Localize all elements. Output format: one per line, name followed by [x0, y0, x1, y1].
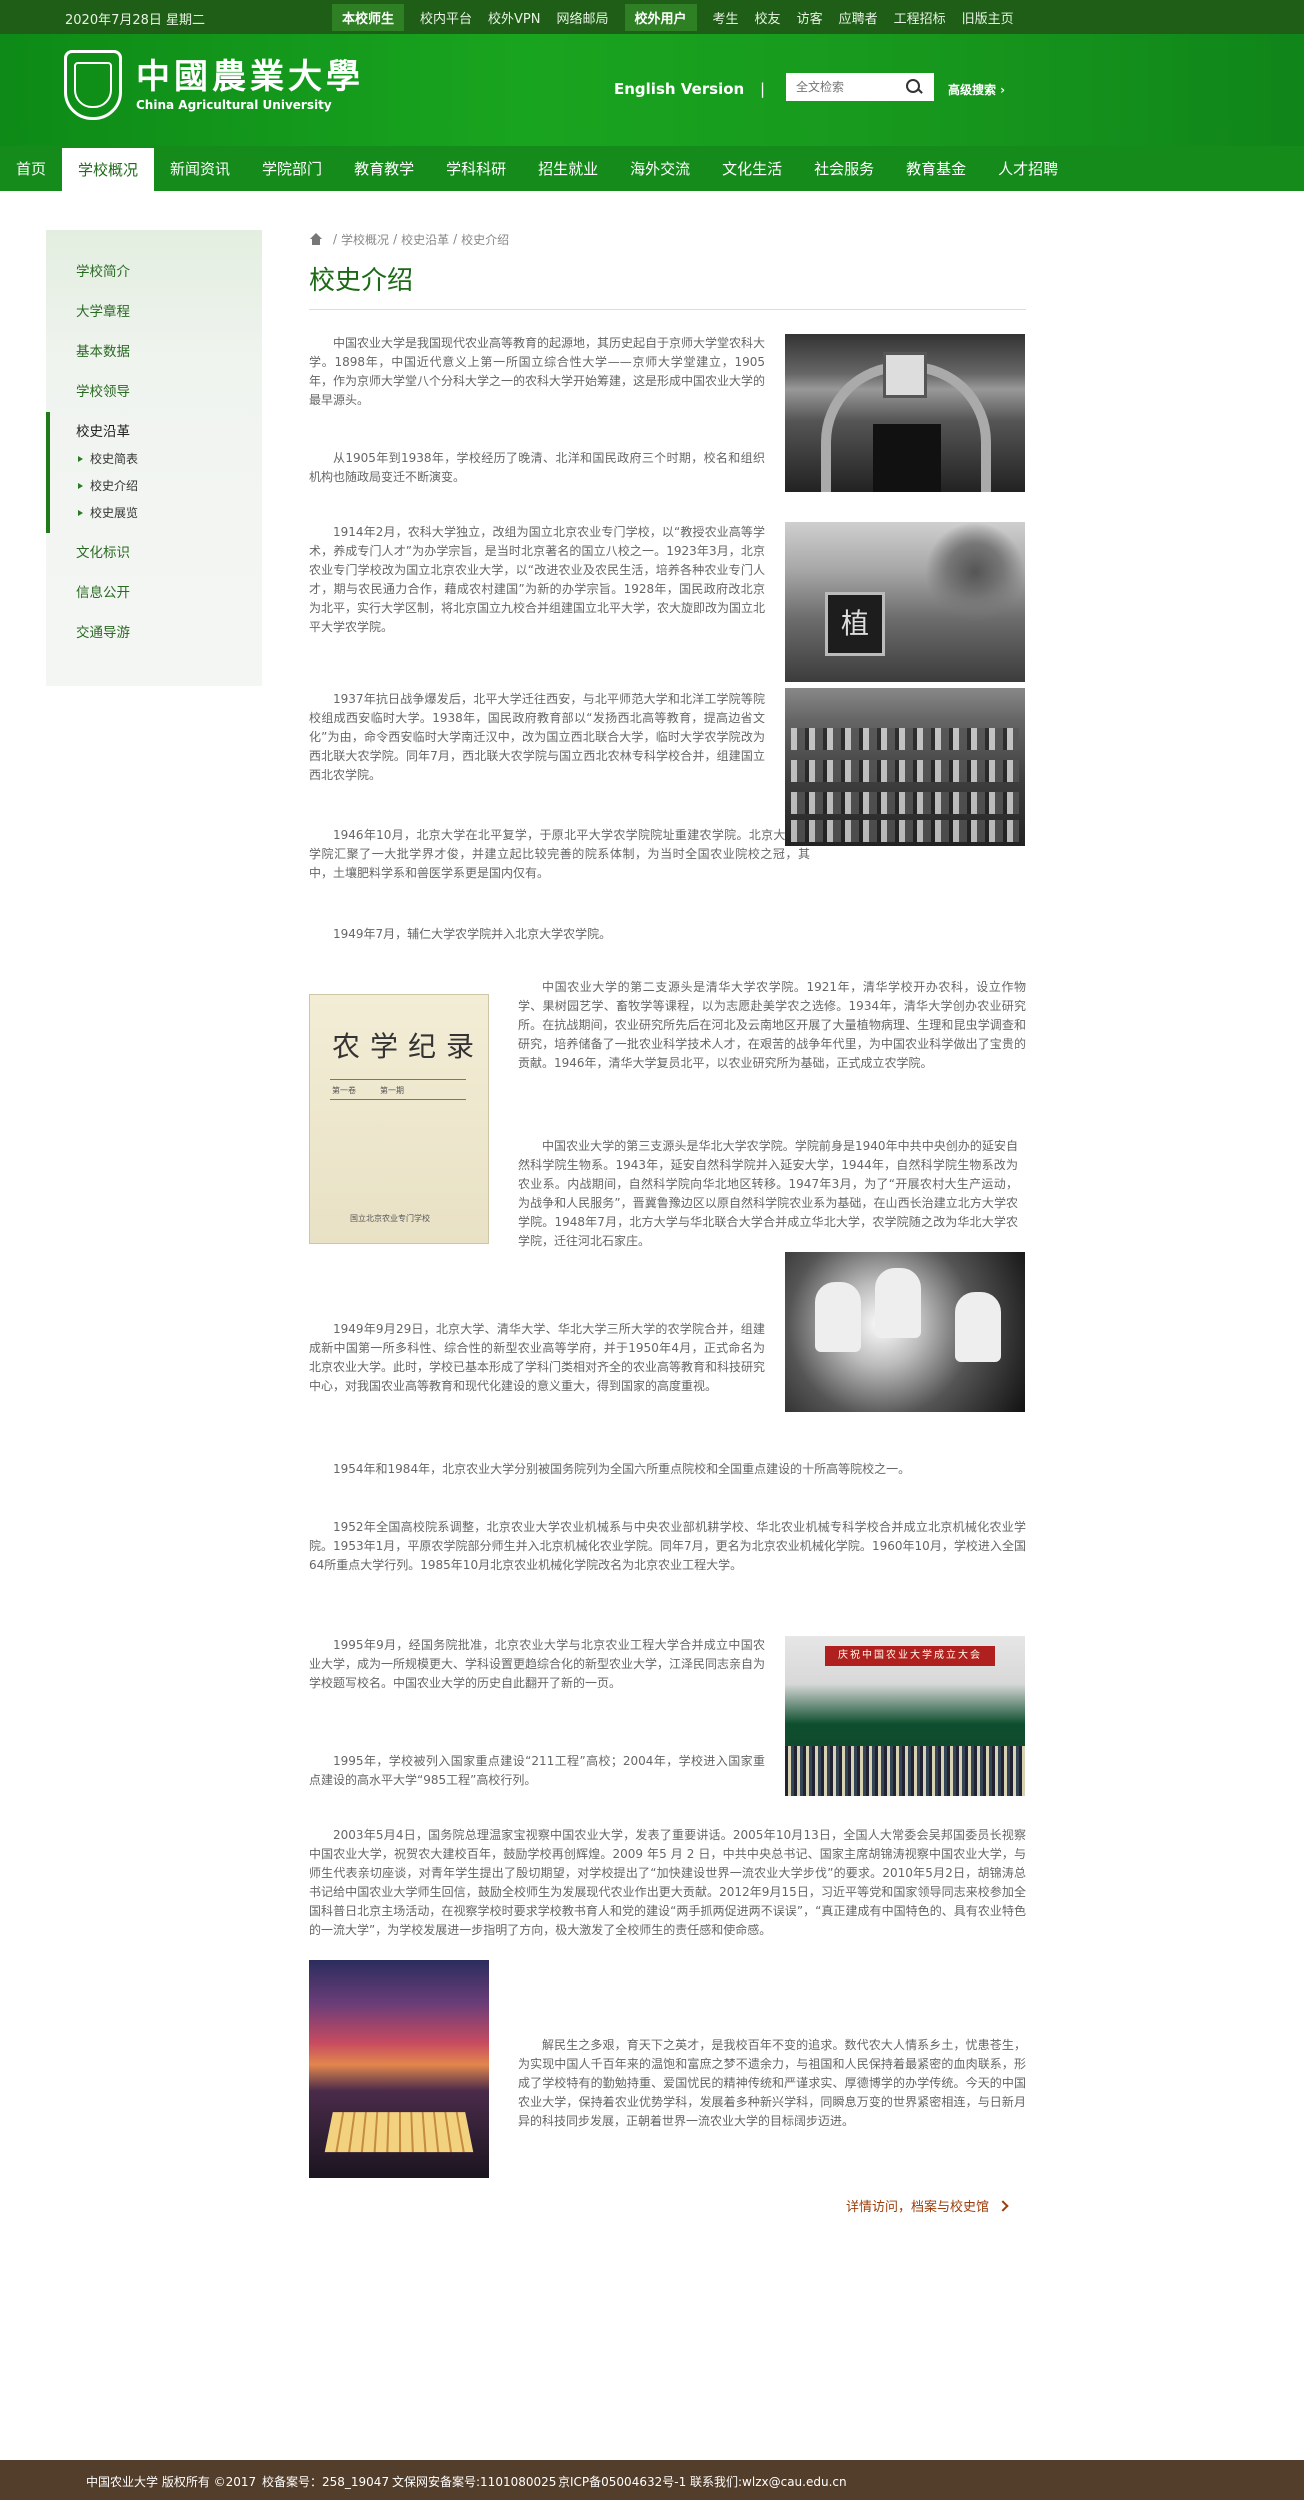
english-version-link[interactable]: English Version: [614, 80, 744, 98]
top-link-campus-platform[interactable]: 校内平台: [420, 8, 472, 27]
paragraph: 1995年9月，经国务院批准，北京农业大学与北京农业工程大学合并成立中国农业大学…: [309, 1636, 765, 1693]
current-date: 2020年7月28日 星期二: [65, 9, 205, 28]
sidebar-item-data[interactable]: 基本数据: [46, 332, 262, 372]
university-logo[interactable]: 中國農業大學 China Agricultural University: [64, 50, 364, 120]
top-link-external-users[interactable]: 校外用户: [625, 4, 697, 31]
sidebar-item-disclosure[interactable]: 信息公开: [46, 573, 262, 613]
nav-culture[interactable]: 文化生活: [706, 146, 798, 191]
footer-contact[interactable]: 联系我们:wlzx@cau.edu.cn: [690, 2473, 847, 2490]
paragraph: 1954年和1984年，北京农业大学分别被国务院列为全国六所重点院校和全国重点建…: [309, 1460, 1026, 1479]
nav-departments[interactable]: 学院部门: [246, 146, 338, 191]
advanced-search-link[interactable]: 高级搜索 ›: [948, 81, 1005, 98]
footer-school-code: 校备案号：258_19047: [262, 2473, 389, 2490]
sidebar-item-leaders[interactable]: 学校领导: [46, 372, 262, 412]
ceremony-banner: 庆祝中国农业大学成立大会: [825, 1646, 995, 1666]
sidebar-sub-exhibition[interactable]: 校史展览: [76, 500, 262, 527]
paragraph: 中国农业大学的第二支源头是清华大学农学院。1921年，清华学校开办农科，设立作物…: [518, 978, 1026, 1073]
main-content: / 学校概况 / 校史沿革 / 校史介绍 校史介绍: [309, 230, 1026, 310]
sidebar-item-identity[interactable]: 文化标识: [46, 533, 262, 573]
paragraph: 从1905年到1938年，学校经历了晚清、北洋和国民政府三个时期，校名和组织机构…: [309, 449, 765, 487]
top-links: 本校师生 校内平台 校外VPN 网络邮局 校外用户 考生 校友 访客 应聘者 工…: [332, 0, 1030, 34]
footer-copyright: 中国农业大学 版权所有 ©2017: [86, 2473, 256, 2490]
nav-news[interactable]: 新闻资讯: [154, 146, 246, 191]
top-link-alumni[interactable]: 校友: [755, 8, 781, 27]
founding-ceremony-photo: 庆祝中国农业大学成立大会: [785, 1636, 1025, 1796]
sidebar-sub-history-intro[interactable]: 校史介绍: [76, 473, 262, 500]
top-link-old-homepage[interactable]: 旧版主页: [962, 8, 1014, 27]
sidebar-submenu: 校史简表 校史介绍 校史展览: [50, 446, 262, 533]
header-separator: |: [760, 80, 765, 98]
journal-issue: 第一卷 第一期: [332, 1085, 404, 1096]
nav-admissions[interactable]: 招生就业: [522, 146, 614, 191]
stone-tablet-photo: 植: [785, 522, 1025, 682]
site-footer: 中国农业大学 版权所有 ©2017 校备案号：258_19047 文保网安备案号…: [0, 2460, 1304, 2500]
paragraph: 1949年7月，辅仁大学农学院并入北京大学农学院。: [309, 925, 1026, 944]
breadcrumb: / 学校概况 / 校史沿革 / 校史介绍: [309, 230, 1026, 248]
main-nav: 首页 学校概况 新闻资讯 学院部门 教育教学 学科科研 招生就业 海外交流 文化…: [0, 146, 1304, 191]
footer-icp[interactable]: 京ICP备05004632号-1: [558, 2473, 686, 2490]
nav-education[interactable]: 教育教学: [338, 146, 430, 191]
top-bar: 2020年7月28日 星期二 本校师生 校内平台 校外VPN 网络邮局 校外用户…: [0, 0, 1304, 34]
paragraph: 1914年2月，农科大学独立，改组为国立北京农业专门学校，以“教授农业高等学术，…: [309, 523, 765, 637]
paragraph: 1946年10月，北京大学在北平复学，于原北平大学农学院院址重建农学院。北京大学…: [309, 826, 810, 883]
sidebar-item-intro[interactable]: 学校简介: [46, 252, 262, 292]
journal-title: 农学纪录: [332, 1025, 484, 1065]
sidebar-item-charter[interactable]: 大学章程: [46, 292, 262, 332]
nav-social-service[interactable]: 社会服务: [798, 146, 890, 191]
top-link-staff[interactable]: 本校师生: [332, 4, 404, 31]
top-link-tender[interactable]: 工程招标: [894, 8, 946, 27]
archive-museum-link[interactable]: 详情访问，档案与校史馆: [846, 2196, 1007, 2215]
paragraph: 中国农业大学是我国现代农业高等教育的起源地，其历史起自于京师大学堂农科大学。18…: [309, 334, 765, 410]
paragraph: 1937年抗日战争爆发后，北平大学迁往西安，与北平师范大学和北洋工学院等院校组成…: [309, 690, 765, 785]
paragraph: 中国农业大学的第三支源头是华北大学农学院。学院前身是1940年中共中央创办的延安…: [518, 1137, 1018, 1251]
chevron-right-icon: [997, 2200, 1008, 2211]
breadcrumb-about[interactable]: 学校概况: [341, 231, 389, 248]
nav-recruitment[interactable]: 人才招聘: [982, 146, 1074, 191]
sidebar-item-transport[interactable]: 交通导游: [46, 613, 262, 653]
paragraph: 1995年，学校被列入国家重点建设“211工程”高校；2004年，学校进入国家重…: [309, 1752, 765, 1790]
seal-icon: [64, 50, 122, 120]
paragraph: 解民生之多艰，育天下之英才，是我校百年不变的追求。数代农大人情系乡土，忧患苍生，…: [518, 2036, 1026, 2131]
sidebar-current-group: 校史沿革 校史简表 校史介绍 校史展览: [46, 412, 262, 533]
top-link-mail[interactable]: 网络邮局: [557, 8, 609, 27]
search-input[interactable]: [786, 74, 898, 100]
paragraph: 1952年全国高校院系调整，北京农业大学农业机械系与中央农业部机耕学校、华北农业…: [309, 1518, 1026, 1575]
archive-museum-label: 详情访问，档案与校史馆: [846, 2196, 989, 2215]
search-icon[interactable]: [898, 73, 926, 101]
nav-research[interactable]: 学科科研: [430, 146, 522, 191]
logo-english-name: China Agricultural University: [136, 98, 364, 112]
paragraph: 2003年5月4日，国务院总理温家宝视察中国农业大学，发表了重要讲话。2005年…: [309, 1826, 1026, 1940]
nav-education-fund[interactable]: 教育基金: [890, 146, 982, 191]
paragraph: 1949年9月29日，北京大学、清华大学、华北大学三所大学的农学院合并，组建成新…: [309, 1320, 765, 1396]
home-icon[interactable]: [309, 233, 323, 246]
journal-publisher: 国立北京农业专门学校: [350, 1213, 430, 1224]
top-link-candidates[interactable]: 考生: [713, 8, 739, 27]
page-title: 校史介绍: [309, 260, 1026, 310]
nav-home[interactable]: 首页: [0, 146, 62, 191]
sidebar: 学校简介 大学章程 基本数据 学校领导 校史沿革 校史简表 校史介绍 校史展览 …: [46, 230, 262, 686]
breadcrumb-history[interactable]: 校史沿革: [401, 231, 449, 248]
top-link-applicants[interactable]: 应聘者: [839, 8, 878, 27]
gate-photo: [785, 334, 1025, 492]
footer-police-record: 文保网安备案号:1101080025: [392, 2473, 556, 2490]
nav-international[interactable]: 海外交流: [614, 146, 706, 191]
top-link-visitors[interactable]: 访客: [797, 8, 823, 27]
site-header: 中國農業大學 China Agricultural University Eng…: [0, 34, 1304, 146]
greenhouse-sunset-photo: [309, 1960, 489, 2178]
lab-research-photo: [785, 1252, 1025, 1412]
search-box: [786, 73, 934, 101]
logo-chinese-name: 中國農業大學: [136, 58, 364, 96]
nav-about[interactable]: 学校概况: [62, 148, 154, 191]
group-photo: [785, 688, 1025, 846]
journal-cover-image: 农学纪录 第一卷 第一期 国立北京农业专门学校: [309, 994, 489, 1244]
breadcrumb-current: 校史介绍: [461, 231, 509, 248]
sidebar-sub-timeline[interactable]: 校史简表: [76, 446, 262, 473]
top-link-vpn[interactable]: 校外VPN: [488, 8, 540, 27]
